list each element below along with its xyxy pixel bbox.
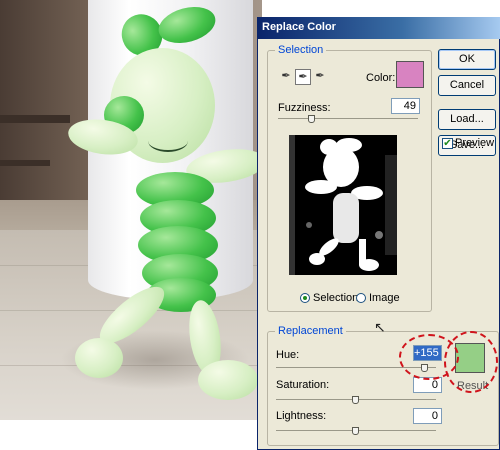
- mouse-cursor-icon: ↖: [374, 319, 386, 335]
- image-radio[interactable]: [356, 293, 366, 303]
- balloon-smile: [148, 130, 188, 152]
- replace-color-dialog: Replace Color Selection ✒ ✒ ✒ Color: Fuz…: [257, 17, 500, 450]
- load-button[interactable]: Load...: [438, 109, 496, 130]
- photo-shelf-lower: [0, 160, 50, 166]
- mask-foot-right: [359, 259, 379, 271]
- balloon-foot-right: [198, 360, 258, 400]
- mask-noise: [306, 222, 312, 228]
- selection-group-label: Selection: [275, 44, 327, 56]
- eyedropper-minus-icon[interactable]: ✒: [312, 69, 328, 85]
- balloon-foot-left: [75, 338, 123, 378]
- lightness-label: Lightness:: [276, 410, 327, 422]
- mask-noise: [385, 155, 397, 255]
- lightness-field[interactable]: 0: [413, 408, 442, 424]
- cancel-button[interactable]: Cancel: [438, 75, 496, 96]
- saturation-label: Saturation:: [276, 379, 330, 391]
- mask-noise: [289, 135, 295, 275]
- dialog-title: Replace Color: [257, 17, 500, 39]
- photo-shelf: [0, 115, 70, 123]
- fuzziness-label: Fuzziness:: [278, 102, 331, 114]
- fuzziness-slider-thumb[interactable]: [308, 115, 316, 123]
- fuzziness-slider-track: [278, 118, 418, 119]
- mask-noise: [375, 231, 383, 239]
- fuzziness-field[interactable]: 49: [391, 98, 420, 114]
- mask-foot-left: [309, 253, 325, 265]
- ok-button[interactable]: OK: [438, 49, 496, 70]
- balloon-photo: [0, 0, 262, 420]
- color-label: Color:: [366, 72, 396, 84]
- selection-color-swatch[interactable]: [396, 61, 424, 88]
- replacement-group-label: Replacement: [275, 325, 346, 337]
- selection-radio[interactable]: [300, 293, 310, 303]
- hue-label: Hue:: [276, 349, 300, 361]
- saturation-slider-thumb[interactable]: [352, 396, 359, 404]
- eyedropper-plus-icon[interactable]: ✒: [295, 69, 311, 85]
- mask-body: [333, 193, 359, 243]
- selection-radio-label: Selection: [313, 292, 359, 304]
- lightness-slider-thumb[interactable]: [352, 427, 359, 435]
- mask-arm-left: [305, 180, 337, 194]
- preview-label: Preview: [455, 137, 495, 149]
- selection-mask-preview: [289, 135, 397, 275]
- preview-checkbox[interactable]: ✔: [442, 138, 453, 149]
- image-radio-label: Image: [369, 292, 400, 304]
- annotation-circle-result: [444, 331, 498, 393]
- eyedropper-icon[interactable]: ✒: [278, 69, 294, 85]
- mask-figure: [289, 135, 397, 275]
